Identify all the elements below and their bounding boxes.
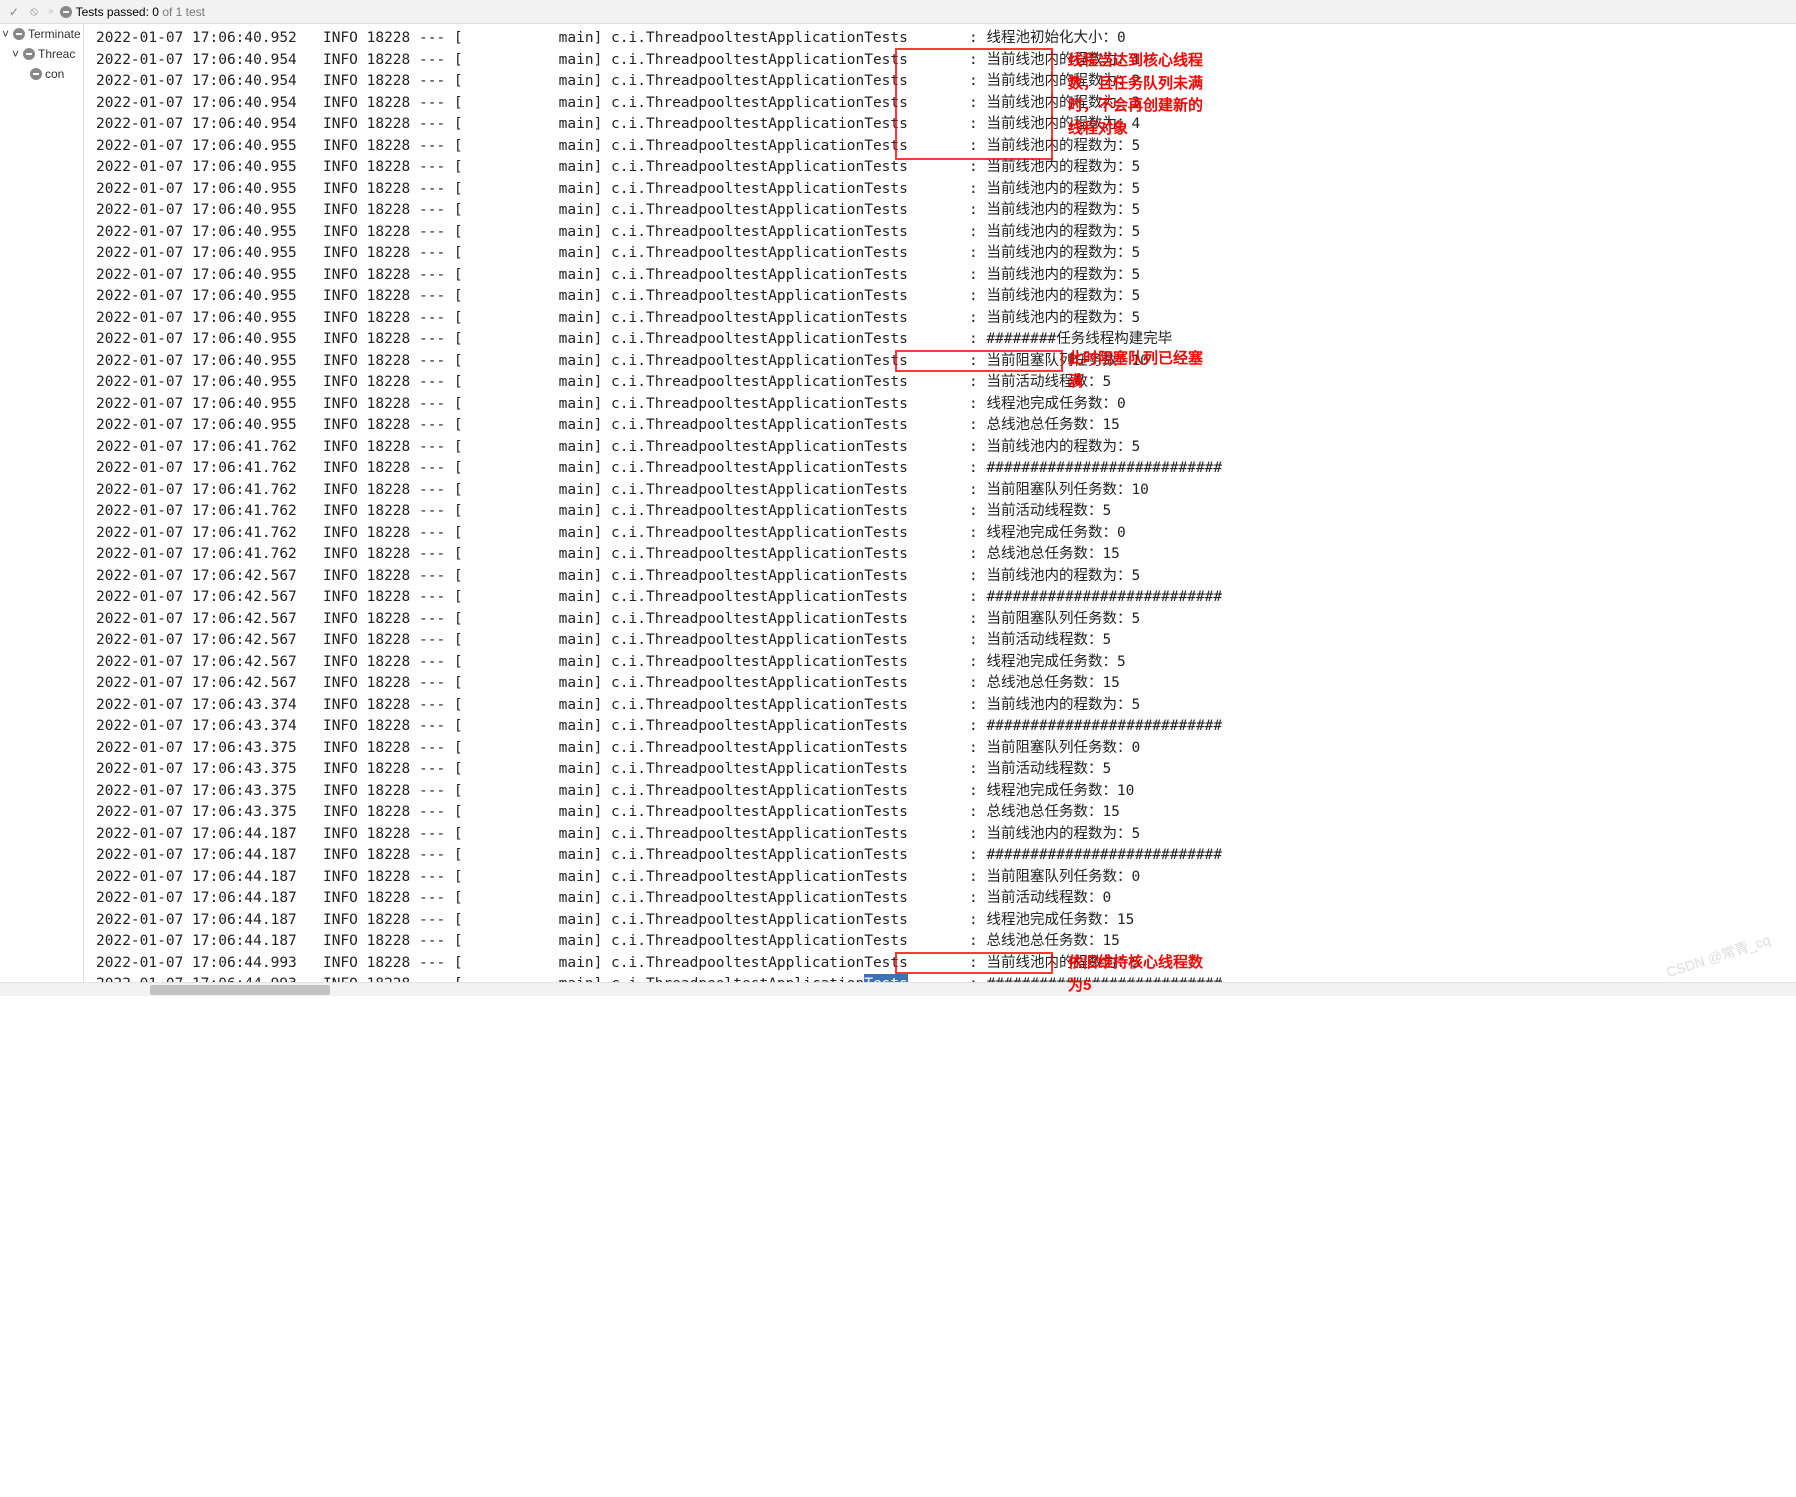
terminated-icon xyxy=(23,48,35,60)
main-area: ˅ Terminate ˅ Threac con 2022-01-07 17:0… xyxy=(0,24,1796,996)
log-line: 2022-01-07 17:06:40.955 INFO 18228 --- [… xyxy=(96,286,1796,308)
log-line: 2022-01-07 17:06:41.762 INFO 18228 --- [… xyxy=(96,501,1796,523)
horizontal-scrollbar[interactable] xyxy=(0,982,1796,996)
log-line: 2022-01-07 17:06:40.955 INFO 18228 --- [… xyxy=(96,136,1796,158)
tests-passed-label: Tests passed: 0 of 1 test xyxy=(76,5,205,19)
log-line: 2022-01-07 17:06:40.955 INFO 18228 --- [… xyxy=(96,200,1796,222)
log-line: 2022-01-07 17:06:40.955 INFO 18228 --- [… xyxy=(96,308,1796,330)
log-line: 2022-01-07 17:06:40.955 INFO 18228 --- [… xyxy=(96,415,1796,437)
test-tree-panel[interactable]: ˅ Terminate ˅ Threac con xyxy=(0,24,84,996)
log-line: 2022-01-07 17:06:40.955 INFO 18228 --- [… xyxy=(96,329,1796,351)
log-line: 2022-01-07 17:06:42.567 INFO 18228 --- [… xyxy=(96,652,1796,674)
terminated-icon xyxy=(13,28,25,40)
log-line: 2022-01-07 17:06:40.954 INFO 18228 --- [… xyxy=(96,71,1796,93)
log-line: 2022-01-07 17:06:44.187 INFO 18228 --- [… xyxy=(96,824,1796,846)
log-line: 2022-01-07 17:06:44.187 INFO 18228 --- [… xyxy=(96,845,1796,867)
log-line: 2022-01-07 17:06:44.187 INFO 18228 --- [… xyxy=(96,910,1796,932)
log-line: 2022-01-07 17:06:43.375 INFO 18228 --- [… xyxy=(96,781,1796,803)
chevron-down-icon[interactable]: ˅ xyxy=(2,27,10,41)
log-line: 2022-01-07 17:06:40.955 INFO 18228 --- [… xyxy=(96,179,1796,201)
log-line: 2022-01-07 17:06:42.567 INFO 18228 --- [… xyxy=(96,566,1796,588)
scrollbar-thumb[interactable] xyxy=(150,985,330,995)
log-line: 2022-01-07 17:06:41.762 INFO 18228 --- [… xyxy=(96,544,1796,566)
terminated-icon xyxy=(30,68,42,80)
log-line: 2022-01-07 17:06:43.375 INFO 18228 --- [… xyxy=(96,802,1796,824)
log-line: 2022-01-07 17:06:40.955 INFO 18228 --- [… xyxy=(96,265,1796,287)
log-line: 2022-01-07 17:06:44.187 INFO 18228 --- [… xyxy=(96,888,1796,910)
tree-root-node[interactable]: ˅ Terminate xyxy=(0,24,83,44)
tree-leaf-node[interactable]: con xyxy=(0,64,83,84)
log-line: 2022-01-07 17:06:40.955 INFO 18228 --- [… xyxy=(96,222,1796,244)
test-status-icon xyxy=(60,6,72,18)
log-line: 2022-01-07 17:06:40.955 INFO 18228 --- [… xyxy=(96,157,1796,179)
log-line: 2022-01-07 17:06:41.762 INFO 18228 --- [… xyxy=(96,480,1796,502)
log-line: 2022-01-07 17:06:43.374 INFO 18228 --- [… xyxy=(96,716,1796,738)
chevron-down-icon[interactable]: ˅ xyxy=(12,47,20,61)
tree-node-label: Terminate xyxy=(28,27,81,41)
tree-child-node[interactable]: ˅ Threac xyxy=(0,44,83,64)
log-line: 2022-01-07 17:06:42.567 INFO 18228 --- [… xyxy=(96,609,1796,631)
log-line: 2022-01-07 17:06:41.762 INFO 18228 --- [… xyxy=(96,437,1796,459)
log-line: 2022-01-07 17:06:40.954 INFO 18228 --- [… xyxy=(96,50,1796,72)
log-line: 2022-01-07 17:06:40.955 INFO 18228 --- [… xyxy=(96,372,1796,394)
check-icon[interactable]: ✓ xyxy=(6,4,22,20)
log-line: 2022-01-07 17:06:40.955 INFO 18228 --- [… xyxy=(96,351,1796,373)
log-line: 2022-01-07 17:06:41.762 INFO 18228 --- [… xyxy=(96,523,1796,545)
console-output[interactable]: 2022-01-07 17:06:40.952 INFO 18228 --- [… xyxy=(84,24,1796,996)
log-line: 2022-01-07 17:06:40.955 INFO 18228 --- [… xyxy=(96,243,1796,265)
tree-node-label: con xyxy=(45,67,64,81)
log-line: 2022-01-07 17:06:44.187 INFO 18228 --- [… xyxy=(96,867,1796,889)
log-line: 2022-01-07 17:06:40.952 INFO 18228 --- [… xyxy=(96,28,1796,50)
tree-node-label: Threac xyxy=(38,47,75,61)
tests-toolbar: ✓ ⦸ » Tests passed: 0 of 1 test xyxy=(0,0,1796,24)
log-line: 2022-01-07 17:06:44.187 INFO 18228 --- [… xyxy=(96,931,1796,953)
log-line: 2022-01-07 17:06:43.374 INFO 18228 --- [… xyxy=(96,695,1796,717)
log-line: 2022-01-07 17:06:40.955 INFO 18228 --- [… xyxy=(96,394,1796,416)
log-line: 2022-01-07 17:06:42.567 INFO 18228 --- [… xyxy=(96,673,1796,695)
separator-icon: » xyxy=(48,6,54,17)
log-line: 2022-01-07 17:06:42.567 INFO 18228 --- [… xyxy=(96,630,1796,652)
log-line: 2022-01-07 17:06:41.762 INFO 18228 --- [… xyxy=(96,458,1796,480)
log-line: 2022-01-07 17:06:40.954 INFO 18228 --- [… xyxy=(96,114,1796,136)
log-line: 2022-01-07 17:06:42.567 INFO 18228 --- [… xyxy=(96,587,1796,609)
log-line: 2022-01-07 17:06:40.954 INFO 18228 --- [… xyxy=(96,93,1796,115)
cancel-icon[interactable]: ⦸ xyxy=(26,4,42,20)
log-line: 2022-01-07 17:06:44.993 INFO 18228 --- [… xyxy=(96,953,1796,975)
log-line: 2022-01-07 17:06:43.375 INFO 18228 --- [… xyxy=(96,759,1796,781)
log-line: 2022-01-07 17:06:43.375 INFO 18228 --- [… xyxy=(96,738,1796,760)
